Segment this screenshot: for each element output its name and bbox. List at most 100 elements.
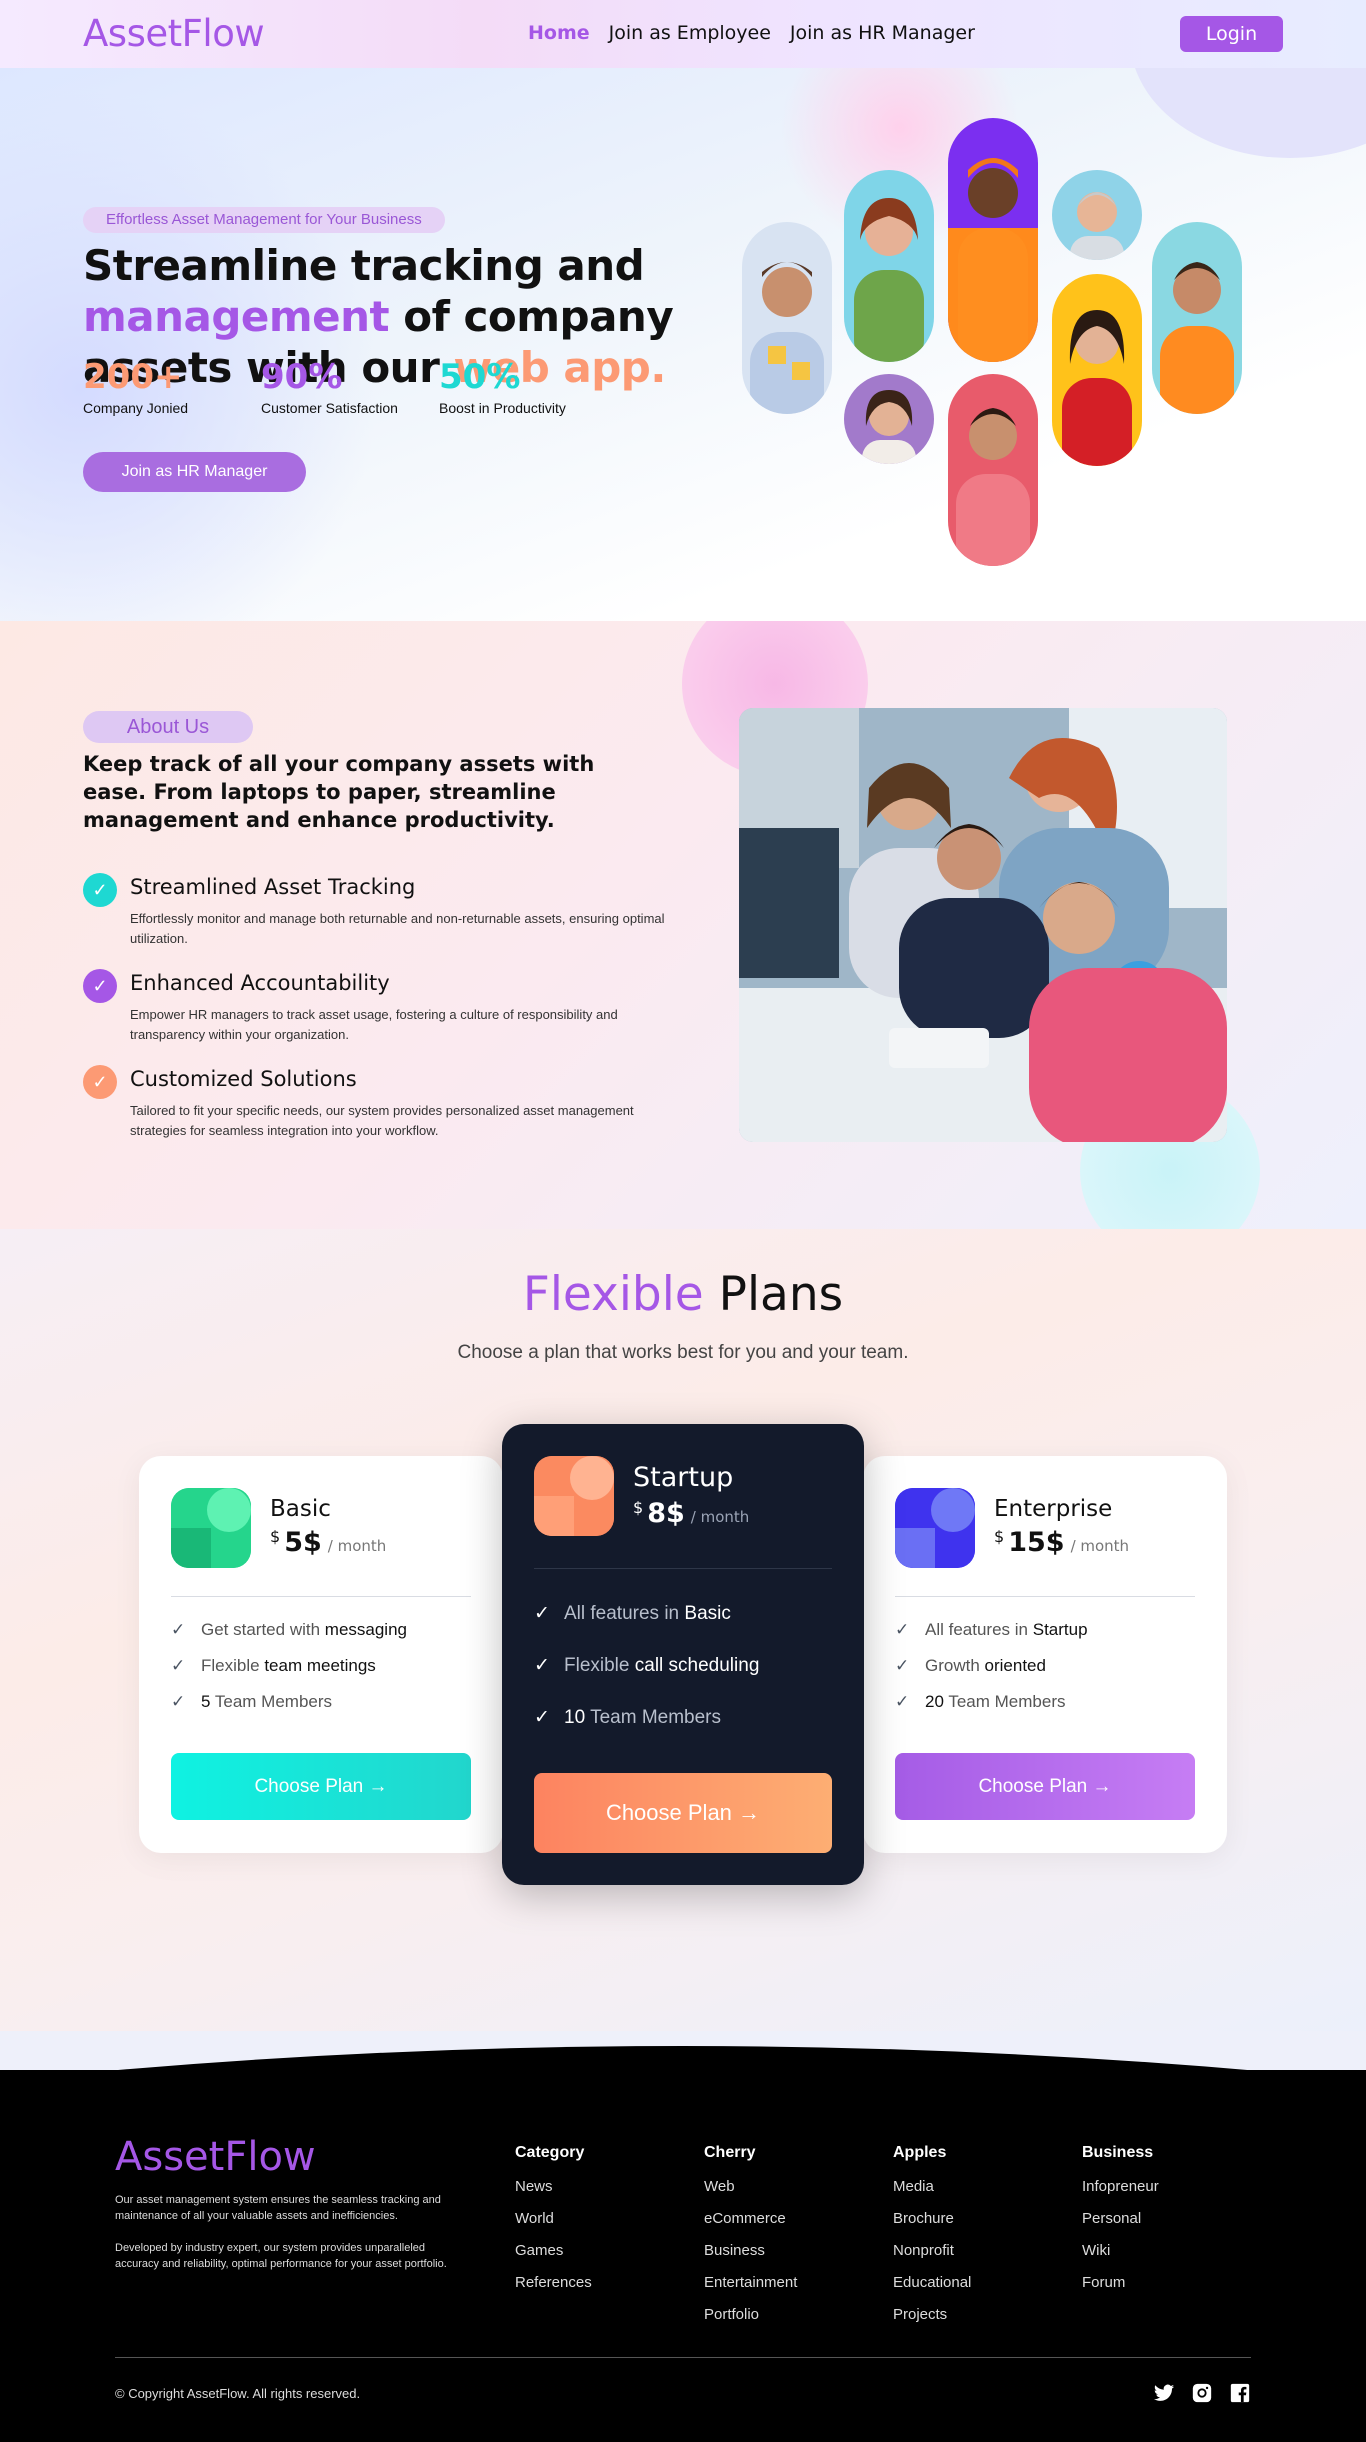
check-icon: ✓ (83, 969, 117, 1003)
nav-links: Home Join as Employee Join as HR Manager (528, 22, 975, 44)
plans-title: Flexible Plans (0, 1267, 1366, 1322)
plan-feature-emph: Startup (1032, 1620, 1088, 1639)
check-icon: ✓ (171, 1692, 186, 1711)
footer-col-cherry: Cherry Web eCommerce Business Entertainm… (704, 2144, 797, 2331)
plan-feature: ✓ Flexible team meetings (171, 1656, 376, 1676)
person-photo-2 (844, 170, 934, 362)
footer-link[interactable]: Nonprofit (893, 2235, 971, 2267)
plan-feature-emph: 20 (925, 1692, 944, 1711)
person-photo-4 (1052, 170, 1142, 260)
plan-price-value: 8$ (647, 1498, 685, 1529)
check-icon: ✓ (895, 1692, 910, 1711)
footer-col-apples: Apples Media Brochure Nonprofit Educatio… (893, 2144, 971, 2331)
person-photo-7 (948, 374, 1038, 566)
footer-link[interactable]: Media (893, 2171, 971, 2203)
footer-link[interactable]: Educational (893, 2267, 971, 2299)
footer-link[interactable]: News (515, 2171, 592, 2203)
plan-feature: ✓ All features in Startup (895, 1620, 1088, 1640)
plan-feature-emph: team meetings (264, 1656, 376, 1675)
check-icon: ✓ (171, 1620, 186, 1639)
hero-badge: Effortless Asset Management for Your Bus… (83, 207, 445, 233)
footer-link[interactable]: References (515, 2267, 592, 2299)
feature-title: Customized Solutions (130, 1067, 357, 1091)
divider (171, 1596, 471, 1597)
plan-feature-emph: call scheduling (634, 1655, 760, 1676)
footer-link[interactable]: Portfolio (704, 2299, 797, 2331)
stat-label: Boost in Productivity (439, 400, 566, 416)
divider (895, 1596, 1195, 1597)
instagram-icon[interactable] (1191, 2382, 1213, 2404)
basic-plan-icon (171, 1488, 251, 1568)
plan-feature-text: All features in (564, 1603, 685, 1624)
footer-link[interactable]: Entertainment (704, 2267, 797, 2299)
choose-plan-basic-button[interactable]: Choose Plan → (171, 1753, 471, 1820)
plan-currency: $ (270, 1527, 281, 1546)
arrow-right-icon: → (1092, 1776, 1112, 1797)
plan-feature-emph: 10 (564, 1707, 586, 1728)
nav-link-home[interactable]: Home (528, 22, 590, 44)
plan-feature-text: Team Members (210, 1692, 333, 1711)
plan-currency: $ (994, 1527, 1005, 1546)
footer-col-category: Category News World Games References (515, 2144, 592, 2299)
choose-plan-enterprise-button[interactable]: Choose Plan → (895, 1753, 1195, 1820)
check-icon: ✓ (534, 1707, 550, 1728)
footer-link[interactable]: eCommerce (704, 2203, 797, 2235)
plan-feature: ✓ 10 Team Members (534, 1706, 721, 1729)
plan-name: Enterprise (994, 1496, 1113, 1522)
stat-label: Customer Satisfaction (261, 400, 398, 416)
plan-name: Basic (270, 1496, 331, 1522)
check-icon: ✓ (895, 1620, 910, 1639)
footer-link[interactable]: World (515, 2203, 592, 2235)
plans-title-rest: Plans (703, 1267, 844, 1322)
plan-price: $5$ / month (270, 1527, 386, 1558)
stat-companies: 200+ Company Jonied (83, 356, 261, 416)
footer-link[interactable]: Projects (893, 2299, 971, 2331)
footer-link[interactable]: Infopreneur (1082, 2171, 1159, 2203)
person-photo-5 (1152, 222, 1242, 414)
person-photo-3 (948, 118, 1038, 362)
plan-name: Startup (633, 1462, 734, 1493)
footer-link[interactable]: Personal (1082, 2203, 1159, 2235)
arrow-right-icon: → (738, 1800, 761, 1825)
twitter-icon[interactable] (1153, 2382, 1175, 2404)
login-button[interactable]: Login (1180, 16, 1283, 52)
about-badge: About Us (83, 711, 253, 743)
plans-title-highlight: Flexible (522, 1267, 704, 1322)
person-photo-1 (742, 222, 832, 414)
nav-link-join-employee[interactable]: Join as Employee (609, 22, 771, 44)
footer-link[interactable]: Brochure (893, 2203, 971, 2235)
hero-blob-lavender (1130, 68, 1366, 158)
plan-feature-text: Team Members (943, 1692, 1066, 1711)
plan-card-enterprise: Enterprise $15$ / month ✓ All features in … (863, 1456, 1227, 1853)
footer-link[interactable]: Business (704, 2235, 797, 2267)
feature-desc: Tailored to fit your specific needs, our… (130, 1103, 634, 1138)
check-icon: ✓ (534, 1603, 550, 1624)
footer-link[interactable]: Forum (1082, 2267, 1159, 2299)
plan-feature: ✓ Growth oriented (895, 1656, 1046, 1676)
choose-plan-startup-button[interactable]: Choose Plan → (534, 1773, 832, 1853)
plan-feature: ✓ 5 Team Members (171, 1692, 332, 1712)
join-hr-button[interactable]: Join as HR Manager (83, 452, 306, 492)
footer-link[interactable]: Wiki (1082, 2235, 1159, 2267)
check-icon: ✓ (83, 873, 117, 907)
footer-logo[interactable]: AssetFlow (115, 2134, 316, 2180)
check-icon: ✓ (895, 1656, 910, 1675)
stat-value: 200+ (83, 357, 183, 397)
arrow-right-icon: → (368, 1776, 388, 1797)
plan-feature-emph: messaging (324, 1620, 407, 1639)
divider (534, 1568, 832, 1569)
plan-card-startup: Startup $8$ / month ✓ All features in Basi… (502, 1424, 864, 1885)
footer-divider (115, 2357, 1251, 2358)
stat-satisfaction: 90% Customer Satisfaction (261, 356, 439, 416)
startup-plan-icon (534, 1456, 614, 1536)
stat-value: 50% (439, 357, 521, 397)
facebook-icon[interactable] (1229, 2382, 1251, 2404)
plan-period: / month (327, 1537, 387, 1555)
top-navbar: AssetFlow Home Join as Employee Join as … (0, 0, 1366, 68)
footer-link[interactable]: Games (515, 2235, 592, 2267)
logo[interactable]: AssetFlow (83, 12, 265, 55)
footer-link[interactable]: Web (704, 2171, 797, 2203)
nav-link-join-hr[interactable]: Join as HR Manager (790, 22, 975, 44)
plan-feature-text: Get started with (201, 1620, 325, 1639)
footer-col-title: Business (1082, 2144, 1154, 2161)
